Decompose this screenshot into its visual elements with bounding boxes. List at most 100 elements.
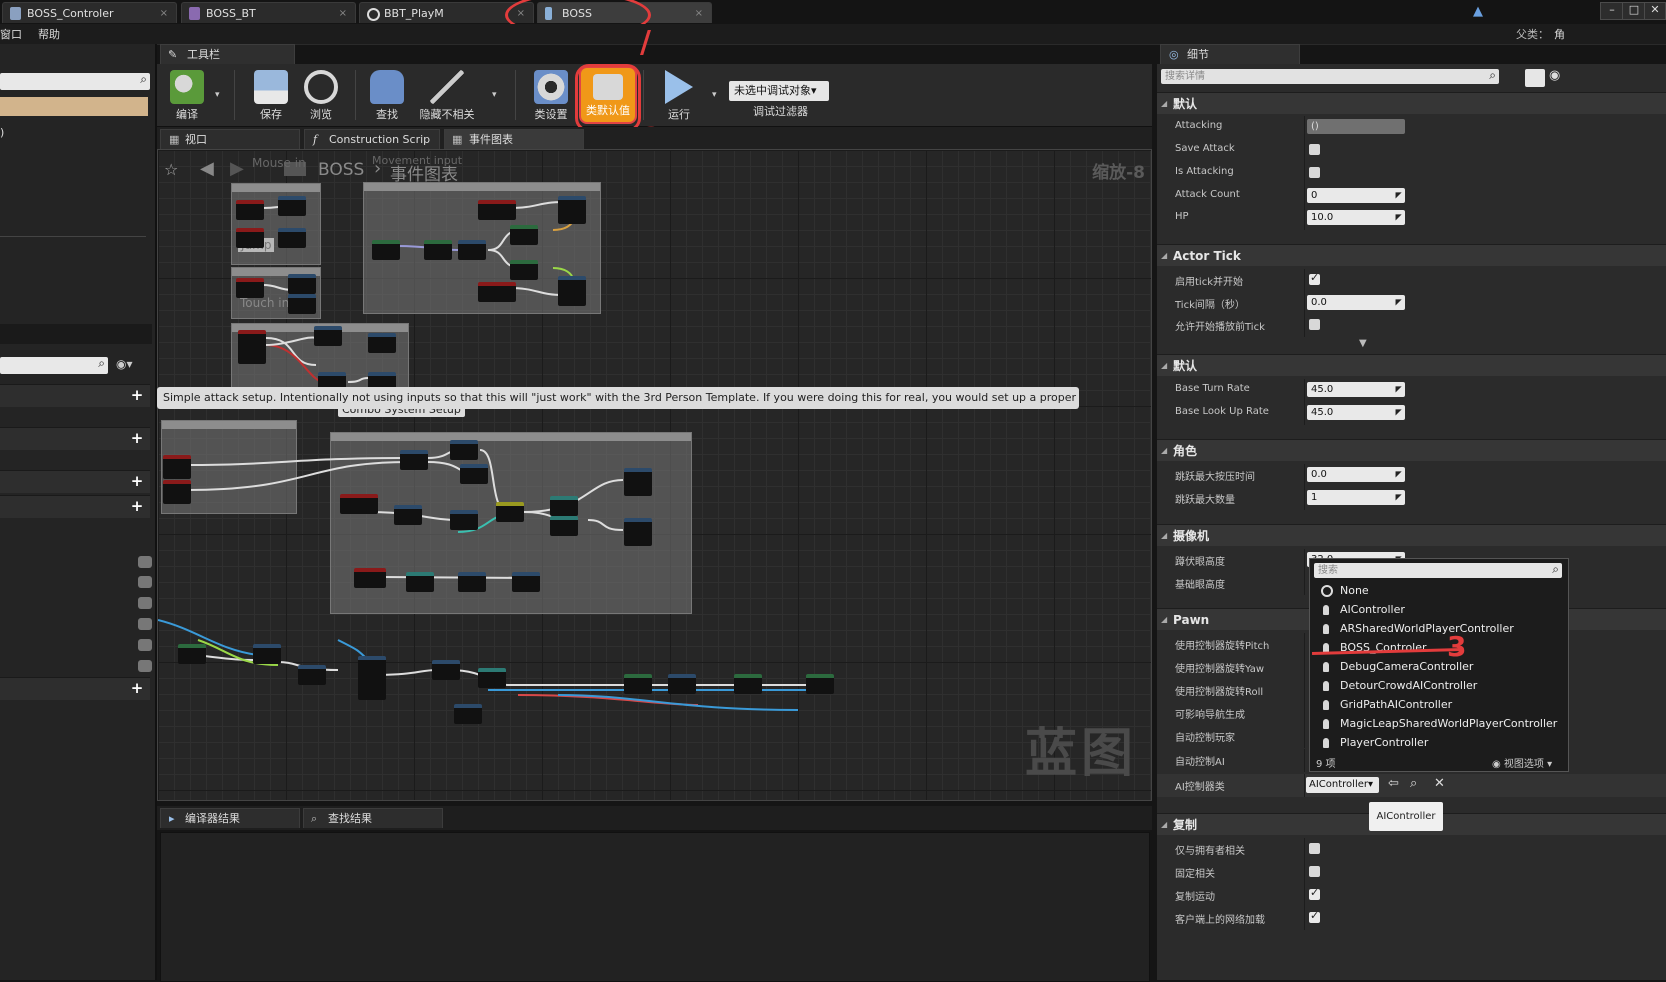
input-event-node[interactable] bbox=[354, 568, 386, 588]
variable-node[interactable] bbox=[510, 260, 538, 280]
function-node[interactable] bbox=[460, 464, 488, 484]
function-node[interactable] bbox=[358, 656, 386, 700]
selected-component-row[interactable] bbox=[0, 97, 148, 116]
input-event-node[interactable] bbox=[236, 278, 264, 298]
section-functions[interactable]: + bbox=[0, 427, 150, 450]
property-checkbox[interactable] bbox=[1309, 144, 1320, 155]
variable-node[interactable] bbox=[424, 240, 452, 260]
class-picker-search-input[interactable]: 搜索 ⌕ bbox=[1314, 562, 1562, 578]
variable-node[interactable] bbox=[510, 225, 538, 245]
close-icon[interactable]: × bbox=[160, 3, 168, 24]
property-value[interactable]: 0.0 bbox=[1307, 295, 1405, 310]
compile-button[interactable]: 编译 bbox=[159, 66, 215, 124]
function-node[interactable] bbox=[400, 450, 428, 470]
my-blueprint-search-input[interactable]: ⌕ bbox=[0, 356, 108, 374]
variable-node[interactable] bbox=[550, 516, 578, 536]
property-checkbox[interactable] bbox=[1309, 167, 1320, 178]
menu-help[interactable]: 帮助 bbox=[38, 26, 60, 42]
chevron-down-icon[interactable]: ▾ bbox=[215, 90, 220, 100]
class-settings-button[interactable]: 类设置 bbox=[523, 66, 579, 124]
variable-node[interactable] bbox=[806, 674, 834, 694]
property-value[interactable]: 0.0 bbox=[1307, 467, 1405, 482]
input-event-node[interactable] bbox=[163, 480, 191, 504]
property-value[interactable]: 0 bbox=[1307, 188, 1405, 203]
function-node[interactable] bbox=[288, 274, 316, 294]
class-option-arsharedworld[interactable]: ARSharedWorldPlayerController bbox=[1314, 620, 1564, 638]
function-node[interactable] bbox=[558, 196, 586, 224]
parent-class-value[interactable]: 角 bbox=[1554, 26, 1565, 42]
save-button[interactable]: 保存 bbox=[243, 66, 299, 124]
doc-tab-boss-controler[interactable]: BOSS_Controler × bbox=[2, 2, 177, 23]
doc-tab-boss-bt[interactable]: BOSS_BT × bbox=[181, 2, 356, 23]
property-checkbox[interactable] bbox=[1309, 271, 1320, 285]
property-matrix-button[interactable] bbox=[1525, 69, 1545, 87]
add-icon[interactable]: + bbox=[130, 499, 144, 514]
event-graph-canvas[interactable]: ☆ ◀ ▶ BOSS › 事件图表 缩放-8 Mouse in Movement… bbox=[157, 149, 1152, 801]
function-node[interactable] bbox=[454, 704, 482, 724]
add-icon[interactable]: + bbox=[130, 431, 144, 446]
tab-compiler-results[interactable]: ▸ 编译器结果 bbox=[160, 808, 300, 828]
input-event-node[interactable] bbox=[163, 455, 191, 479]
class-option-magicleap[interactable]: MagicLeapSharedWorldPlayerController bbox=[1314, 715, 1564, 733]
property-value[interactable]: () bbox=[1307, 119, 1405, 134]
property-checkbox[interactable] bbox=[1309, 866, 1320, 877]
tab-find-results[interactable]: ⌕ 查找结果 bbox=[303, 808, 443, 828]
function-node[interactable] bbox=[394, 505, 422, 525]
browse-magnifier-icon[interactable]: ⌕ bbox=[1410, 776, 1417, 791]
section-macros[interactable]: + bbox=[0, 470, 150, 493]
section-variables[interactable]: + bbox=[0, 495, 150, 518]
property-checkbox[interactable] bbox=[1309, 886, 1320, 900]
class-option-gridpath[interactable]: GridPathAIController bbox=[1314, 696, 1564, 714]
category-default[interactable]: 默认 bbox=[1157, 92, 1666, 115]
details-search-input[interactable]: 搜索详情 ⌕ bbox=[1161, 68, 1499, 84]
category-default-2[interactable]: 默认 bbox=[1157, 354, 1666, 377]
close-icon[interactable]: × bbox=[695, 3, 703, 24]
input-event-node[interactable] bbox=[478, 200, 516, 220]
run-button[interactable]: 运行 bbox=[651, 66, 707, 124]
function-node[interactable] bbox=[624, 518, 652, 546]
debug-object-select[interactable]: 未选中调试对象▾ bbox=[729, 81, 829, 101]
property-checkbox[interactable] bbox=[1309, 319, 1320, 330]
view-options-button[interactable]: ◉ 视图选项 ▾ bbox=[1492, 755, 1552, 770]
close-window-button[interactable]: ✕ bbox=[1644, 2, 1666, 20]
function-node[interactable] bbox=[314, 326, 342, 346]
category-character[interactable]: 角色 bbox=[1157, 439, 1666, 462]
variable-node[interactable] bbox=[478, 668, 506, 688]
tab-event-graph[interactable]: ▦ 事件图表 bbox=[444, 129, 584, 149]
class-option-debugcamera[interactable]: DebugCameraController bbox=[1314, 658, 1564, 676]
ai-controller-class-select[interactable]: AIController▾ bbox=[1306, 777, 1379, 793]
property-value[interactable]: 1 bbox=[1307, 490, 1405, 505]
input-event-node[interactable] bbox=[478, 282, 516, 302]
expand-advanced-icon[interactable]: ▼ bbox=[1359, 338, 1367, 349]
variable-node[interactable] bbox=[406, 572, 434, 592]
function-node[interactable] bbox=[450, 510, 478, 530]
function-node[interactable] bbox=[432, 660, 460, 680]
input-event-node[interactable] bbox=[236, 228, 264, 248]
variable-node[interactable] bbox=[734, 674, 762, 694]
add-icon[interactable]: + bbox=[130, 681, 144, 696]
category-camera[interactable]: 摄像机 bbox=[1157, 524, 1666, 547]
property-checkbox[interactable] bbox=[1309, 909, 1320, 923]
property-checkbox[interactable] bbox=[1309, 843, 1320, 854]
tab-construction-script[interactable]: f Construction Scrip bbox=[304, 129, 440, 149]
function-node[interactable] bbox=[512, 572, 540, 592]
property-value[interactable]: 45.0 bbox=[1307, 382, 1405, 397]
learn-icon[interactable]: ▲ bbox=[1473, 4, 1489, 19]
class-option-detourcrowd[interactable]: DetourCrowdAIController bbox=[1314, 677, 1564, 695]
find-button[interactable]: 查找 bbox=[359, 66, 415, 124]
use-selected-arrow-icon[interactable]: ⇦ bbox=[1388, 776, 1399, 791]
branch-node[interactable] bbox=[496, 502, 524, 522]
variable-node[interactable] bbox=[550, 496, 578, 516]
input-event-node[interactable] bbox=[236, 200, 264, 220]
class-option-none[interactable]: None bbox=[1314, 582, 1564, 600]
category-actor-tick[interactable]: Actor Tick bbox=[1157, 244, 1666, 267]
function-node[interactable] bbox=[298, 665, 326, 685]
details-panel-tab[interactable]: ◎ 细节 bbox=[1160, 44, 1300, 64]
function-node[interactable] bbox=[450, 440, 478, 460]
clear-icon[interactable]: ✕ bbox=[1434, 776, 1445, 791]
function-node[interactable] bbox=[458, 572, 486, 592]
toolbar-panel-tab[interactable]: ✎ 工具栏 bbox=[160, 44, 295, 64]
browse-button[interactable]: 浏览 bbox=[293, 66, 349, 124]
add-icon[interactable]: + bbox=[130, 388, 144, 403]
function-node[interactable] bbox=[278, 196, 306, 216]
